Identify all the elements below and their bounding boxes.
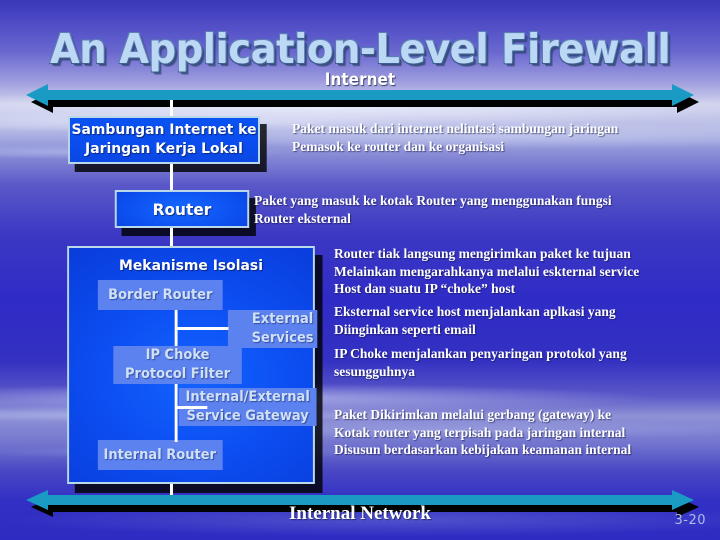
note-paket-masuk: Paket masuk dari internet nelintasi samb… — [292, 121, 619, 154]
page-number: 3-20 — [674, 513, 706, 528]
internal-network-label: Internal Network — [289, 503, 431, 524]
box-sambungan-internet[interactable]: Sambungan Internet ke Jaringan Kerja Lok… — [68, 116, 260, 164]
border-router-label: Border Router — [108, 286, 213, 303]
connector-gateway-tap — [176, 406, 208, 409]
mekanisme-isolasi-title: Mekanisme Isolasi — [119, 258, 263, 274]
box-mekanisme-isolasi[interactable]: Mekanisme Isolasi Border Router External… — [67, 246, 318, 484]
connector-ipchoke-to-internal-router — [174, 384, 178, 442]
connector-external-services-tap — [176, 327, 229, 330]
internet-double-arrow-icon — [26, 84, 699, 113]
ip-choke-label: IP Choke Protocol Filter — [124, 347, 231, 382]
note-router-tidak-langsung: Router tiak langsung mengirimkan paket k… — [334, 246, 640, 296]
box-sambungan-label: Sambungan Internet ke Jaringan Kerja Lok… — [71, 122, 257, 157]
arrow-body — [26, 84, 694, 106]
internal-router-label: Internal Router — [103, 446, 216, 463]
box-router[interactable]: Router — [114, 190, 250, 228]
box-external-services[interactable]: External Services — [227, 310, 318, 348]
external-services-label: External Services — [251, 311, 314, 346]
box-border-router[interactable]: Border Router — [97, 280, 223, 310]
note-paket-kotak-router: Paket yang masuk ke kotak Router yang me… — [254, 193, 612, 226]
box-router-label: Router — [152, 199, 212, 219]
page-title: An Application-Level Firewall — [49, 25, 671, 73]
note-eksternal-service-host: Eksternal service host menjalankan aplka… — [334, 304, 616, 337]
slide-canvas: An Application-Level Firewall Internet S… — [0, 0, 720, 540]
connector-sambungan-to-router — [170, 164, 173, 192]
box-internal-router[interactable]: Internal Router — [97, 440, 223, 470]
note-paket-dikirimkan: Paket Dikirimkan melalui gerbang (gatewa… — [334, 407, 632, 457]
box-ip-choke-protocol-filter[interactable]: IP Choke Protocol Filter — [113, 346, 242, 384]
note-ip-choke: IP Choke menjalankan penyaringan protoko… — [334, 346, 627, 379]
connector-router-to-mekanisme — [170, 228, 173, 248]
